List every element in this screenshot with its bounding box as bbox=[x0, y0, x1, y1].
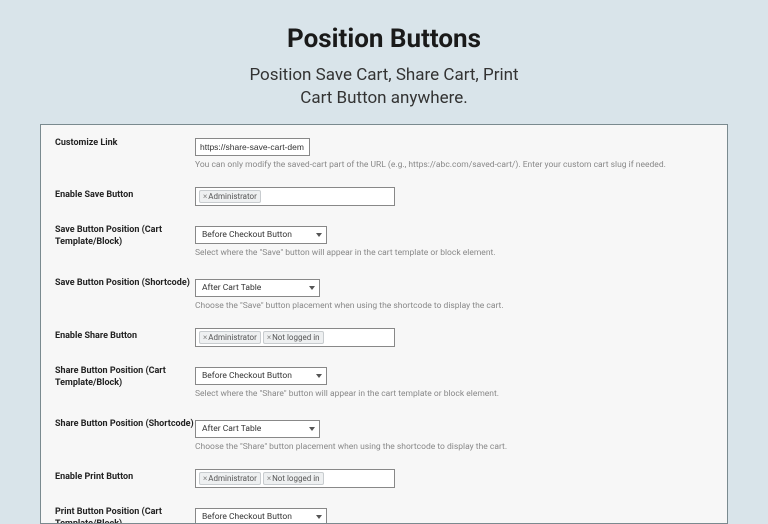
enable-print-taginput[interactable]: Administrator Not logged in bbox=[195, 469, 395, 488]
tag-administrator[interactable]: Administrator bbox=[199, 331, 261, 344]
settings-panel: Customize Link You can only modify the s… bbox=[40, 124, 728, 524]
row-enable-share: Enable Share Button Administrator Not lo… bbox=[55, 328, 713, 347]
save-pos-template-select[interactable]: Before Checkout Button bbox=[195, 226, 327, 244]
subtitle-line1: Position Save Cart, Share Cart, Print bbox=[249, 65, 518, 85]
label-share-pos-template: Share Button Position (Cart Template/Blo… bbox=[55, 363, 195, 389]
row-save-pos-template: Save Button Position (Cart Template/Bloc… bbox=[55, 222, 713, 259]
label-share-pos-shortcode: Share Button Position (Shortcode) bbox=[55, 416, 195, 431]
row-share-pos-shortcode: Share Button Position (Shortcode) After … bbox=[55, 416, 713, 453]
page-title: Position Buttons bbox=[0, 0, 768, 54]
label-customize-link: Customize Link bbox=[55, 135, 195, 150]
help-save-pos-shortcode: Choose the "Save" button placement when … bbox=[195, 301, 713, 312]
save-pos-shortcode-select[interactable]: After Cart Table bbox=[195, 279, 320, 297]
row-share-pos-template: Share Button Position (Cart Template/Blo… bbox=[55, 363, 713, 400]
help-customize-link: You can only modify the saved-cart part … bbox=[195, 160, 713, 171]
row-enable-save: Enable Save Button Administrator bbox=[55, 187, 713, 206]
enable-share-taginput[interactable]: Administrator Not logged in bbox=[195, 328, 395, 347]
help-share-pos-shortcode: Choose the "Share" button placement when… bbox=[195, 442, 713, 453]
row-enable-print: Enable Print Button Administrator Not lo… bbox=[55, 469, 713, 488]
label-enable-print: Enable Print Button bbox=[55, 469, 195, 484]
share-pos-shortcode-select[interactable]: After Cart Table bbox=[195, 420, 320, 438]
label-print-pos-template: Print Button Position (Cart Template/Blo… bbox=[55, 504, 195, 524]
label-enable-share: Enable Share Button bbox=[55, 328, 195, 343]
tag-not-logged-in[interactable]: Not logged in bbox=[263, 331, 324, 344]
row-print-pos-template: Print Button Position (Cart Template/Blo… bbox=[55, 504, 713, 524]
customize-link-input[interactable] bbox=[195, 138, 310, 156]
tag-administrator[interactable]: Administrator bbox=[199, 190, 261, 203]
subtitle-line2: Cart Button anywhere. bbox=[300, 88, 467, 108]
label-save-pos-template: Save Button Position (Cart Template/Bloc… bbox=[55, 222, 195, 248]
help-share-pos-template: Select where the "Share" button will app… bbox=[195, 389, 713, 400]
tag-administrator[interactable]: Administrator bbox=[199, 472, 261, 485]
label-save-pos-shortcode: Save Button Position (Shortcode) bbox=[55, 275, 195, 290]
share-pos-template-select[interactable]: Before Checkout Button bbox=[195, 367, 327, 385]
enable-save-taginput[interactable]: Administrator bbox=[195, 187, 395, 206]
page-subtitle: Position Save Cart, Share Cart, Print Ca… bbox=[0, 64, 768, 110]
help-save-pos-template: Select where the "Save" button will appe… bbox=[195, 248, 713, 259]
row-save-pos-shortcode: Save Button Position (Shortcode) After C… bbox=[55, 275, 713, 312]
tag-not-logged-in[interactable]: Not logged in bbox=[263, 472, 324, 485]
label-enable-save: Enable Save Button bbox=[55, 187, 195, 202]
row-customize-link: Customize Link You can only modify the s… bbox=[55, 135, 713, 171]
